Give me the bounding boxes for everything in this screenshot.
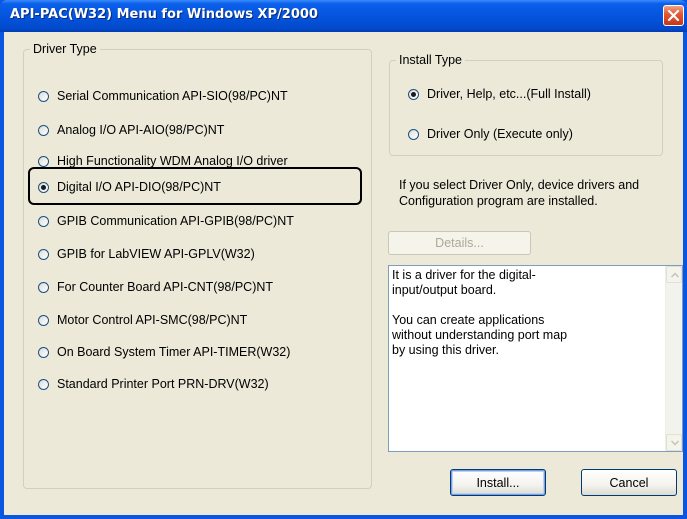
driver-option-printer[interactable]: Standard Printer Port PRN-DRV(W32) xyxy=(38,376,269,392)
driver-type-group: Driver Type Serial Communication API-SIO… xyxy=(23,42,372,489)
info-line: If you select Driver Only, device driver… xyxy=(399,178,640,192)
radio-button[interactable] xyxy=(38,124,49,136)
radio-button-selected[interactable] xyxy=(408,88,419,100)
driver-option-label: Motor Control API-SMC(98/PC)NT xyxy=(57,313,248,327)
details-button[interactable]: Details... xyxy=(388,231,531,255)
driver-option-label: Analog I/O API-AIO(98/PC)NT xyxy=(57,123,225,137)
driver-option-gpib[interactable]: GPIB Communication API-GPIB(98/PC)NT xyxy=(38,213,294,229)
window-title: API-PAC(W32) Menu for Windows XP/2000 xyxy=(10,7,318,22)
title-bar[interactable]: API-PAC(W32) Menu for Windows XP/2000 xyxy=(0,0,687,32)
driver-option-analog[interactable]: Analog I/O API-AIO(98/PC)NT xyxy=(38,122,224,138)
radio-button[interactable] xyxy=(38,90,49,102)
description-text: It is a driver for the digital- input/ou… xyxy=(392,268,568,357)
close-icon xyxy=(667,9,680,22)
install-button-label: Install... xyxy=(476,475,520,490)
details-button-label: Details... xyxy=(435,236,484,250)
selection-highlight-box xyxy=(28,167,362,205)
chevron-down-icon xyxy=(671,440,679,446)
driver-option-label: For Counter Board API-CNT(98/PC)NT xyxy=(57,280,274,294)
driver-option-label: GPIB for LabVIEW API-GPLV(W32) xyxy=(57,247,255,261)
driver-option-serial[interactable]: Serial Communication API-SIO(98/PC)NT xyxy=(38,88,288,104)
radio-button[interactable] xyxy=(38,248,49,260)
radio-button[interactable] xyxy=(38,314,49,326)
install-button[interactable]: Install... xyxy=(450,469,546,496)
driver-option-counter[interactable]: For Counter Board API-CNT(98/PC)NT xyxy=(38,279,273,295)
driver-option-label: Standard Printer Port PRN-DRV(W32) xyxy=(57,377,269,391)
install-option-full[interactable]: Driver, Help, etc...(Full Install) xyxy=(408,86,591,102)
radio-button[interactable] xyxy=(38,346,49,358)
driver-option-label: Serial Communication API-SIO(98/PC)NT xyxy=(57,89,288,103)
radio-button[interactable] xyxy=(38,155,49,167)
driver-option-label: High Functionality WDM Analog I/O driver xyxy=(57,154,288,168)
driver-option-motor[interactable]: Motor Control API-SMC(98/PC)NT xyxy=(38,312,247,328)
close-button[interactable] xyxy=(663,5,684,26)
driver-option-gplv[interactable]: GPIB for LabVIEW API-GPLV(W32) xyxy=(38,246,255,262)
driver-type-legend: Driver Type xyxy=(30,42,100,56)
radio-button[interactable] xyxy=(408,128,419,140)
install-option-driver-only[interactable]: Driver Only (Execute only) xyxy=(408,126,573,142)
chevron-up-icon xyxy=(671,272,679,278)
radio-button[interactable] xyxy=(38,378,49,390)
driver-option-label: GPIB Communication API-GPIB(98/PC)NT xyxy=(57,214,294,228)
driver-option-label: On Board System Timer API-TIMER(W32) xyxy=(57,345,291,359)
info-line: Configuration program are installed. xyxy=(399,194,598,208)
install-option-label: Driver, Help, etc...(Full Install) xyxy=(427,87,591,101)
dialog-window: API-PAC(W32) Menu for Windows XP/2000 Dr… xyxy=(0,0,687,519)
scroll-down-button[interactable] xyxy=(666,434,682,451)
radio-button[interactable] xyxy=(38,281,49,293)
cancel-button-label: Cancel xyxy=(609,475,649,490)
install-option-label: Driver Only (Execute only) xyxy=(427,127,573,141)
radio-button[interactable] xyxy=(38,215,49,227)
cancel-button[interactable]: Cancel xyxy=(581,469,677,496)
description-textarea[interactable]: It is a driver for the digital- input/ou… xyxy=(388,265,683,452)
driver-option-timer[interactable]: On Board System Timer API-TIMER(W32) xyxy=(38,344,290,360)
dialog-client-area: Driver Type Serial Communication API-SIO… xyxy=(4,32,683,515)
install-type-group: Install Type Driver, Help, etc...(Full I… xyxy=(389,53,663,156)
install-info-text: If you select Driver Only, device driver… xyxy=(399,177,687,209)
scroll-up-button[interactable] xyxy=(666,266,682,283)
vertical-scrollbar[interactable] xyxy=(665,266,682,451)
install-type-legend: Install Type xyxy=(396,53,466,67)
